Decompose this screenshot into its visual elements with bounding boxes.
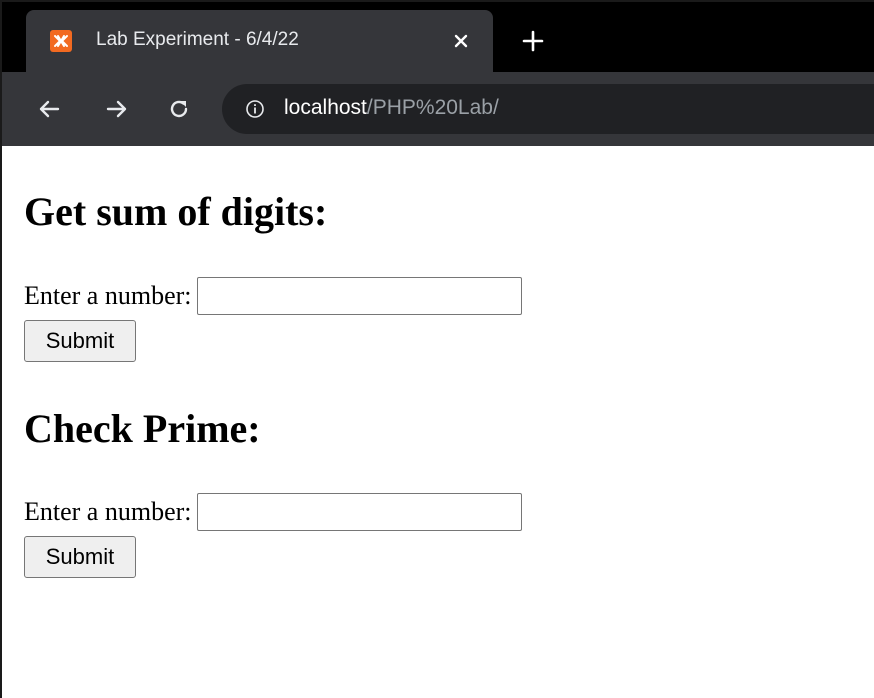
address-bar[interactable]: localhost/PHP%20Lab/ xyxy=(222,84,874,134)
arrow-right-icon[interactable] xyxy=(102,94,132,124)
check-prime-number-input[interactable] xyxy=(196,493,522,531)
plus-icon[interactable] xyxy=(519,27,547,55)
arrow-left-icon[interactable] xyxy=(34,94,64,124)
sum-digits-form-row: Enter a number: xyxy=(24,277,522,315)
sum-digits-submit-button[interactable]: Submit xyxy=(24,320,136,362)
url-text: localhost/PHP%20Lab/ xyxy=(284,96,499,120)
check-prime-input-label: Enter a number: xyxy=(24,497,192,526)
close-icon[interactable] xyxy=(448,28,474,54)
check-prime-submit-button[interactable]: Submit xyxy=(24,536,136,578)
page-content: Get sum of digits: Enter a number: Submi… xyxy=(24,146,874,698)
check-prime-form-row: Enter a number: xyxy=(24,493,522,531)
reload-icon[interactable] xyxy=(164,94,194,124)
tab-strip: Lab Experiment - 6/4/22 xyxy=(2,2,874,74)
info-icon[interactable] xyxy=(244,98,266,120)
url-host: localhost xyxy=(284,96,367,119)
browser-toolbar: localhost/PHP%20Lab/ xyxy=(2,72,874,146)
xampp-icon xyxy=(50,30,72,52)
sum-digits-input-label: Enter a number: xyxy=(24,281,192,310)
tab-title: Lab Experiment - 6/4/22 xyxy=(96,29,299,50)
url-path: /PHP%20Lab/ xyxy=(366,96,499,119)
section-heading-sum-digits: Get sum of digits: xyxy=(24,189,328,234)
sum-digits-number-input[interactable] xyxy=(196,277,522,315)
browser-tab[interactable]: Lab Experiment - 6/4/22 xyxy=(26,10,493,74)
section-heading-check-prime: Check Prime: xyxy=(24,406,261,451)
